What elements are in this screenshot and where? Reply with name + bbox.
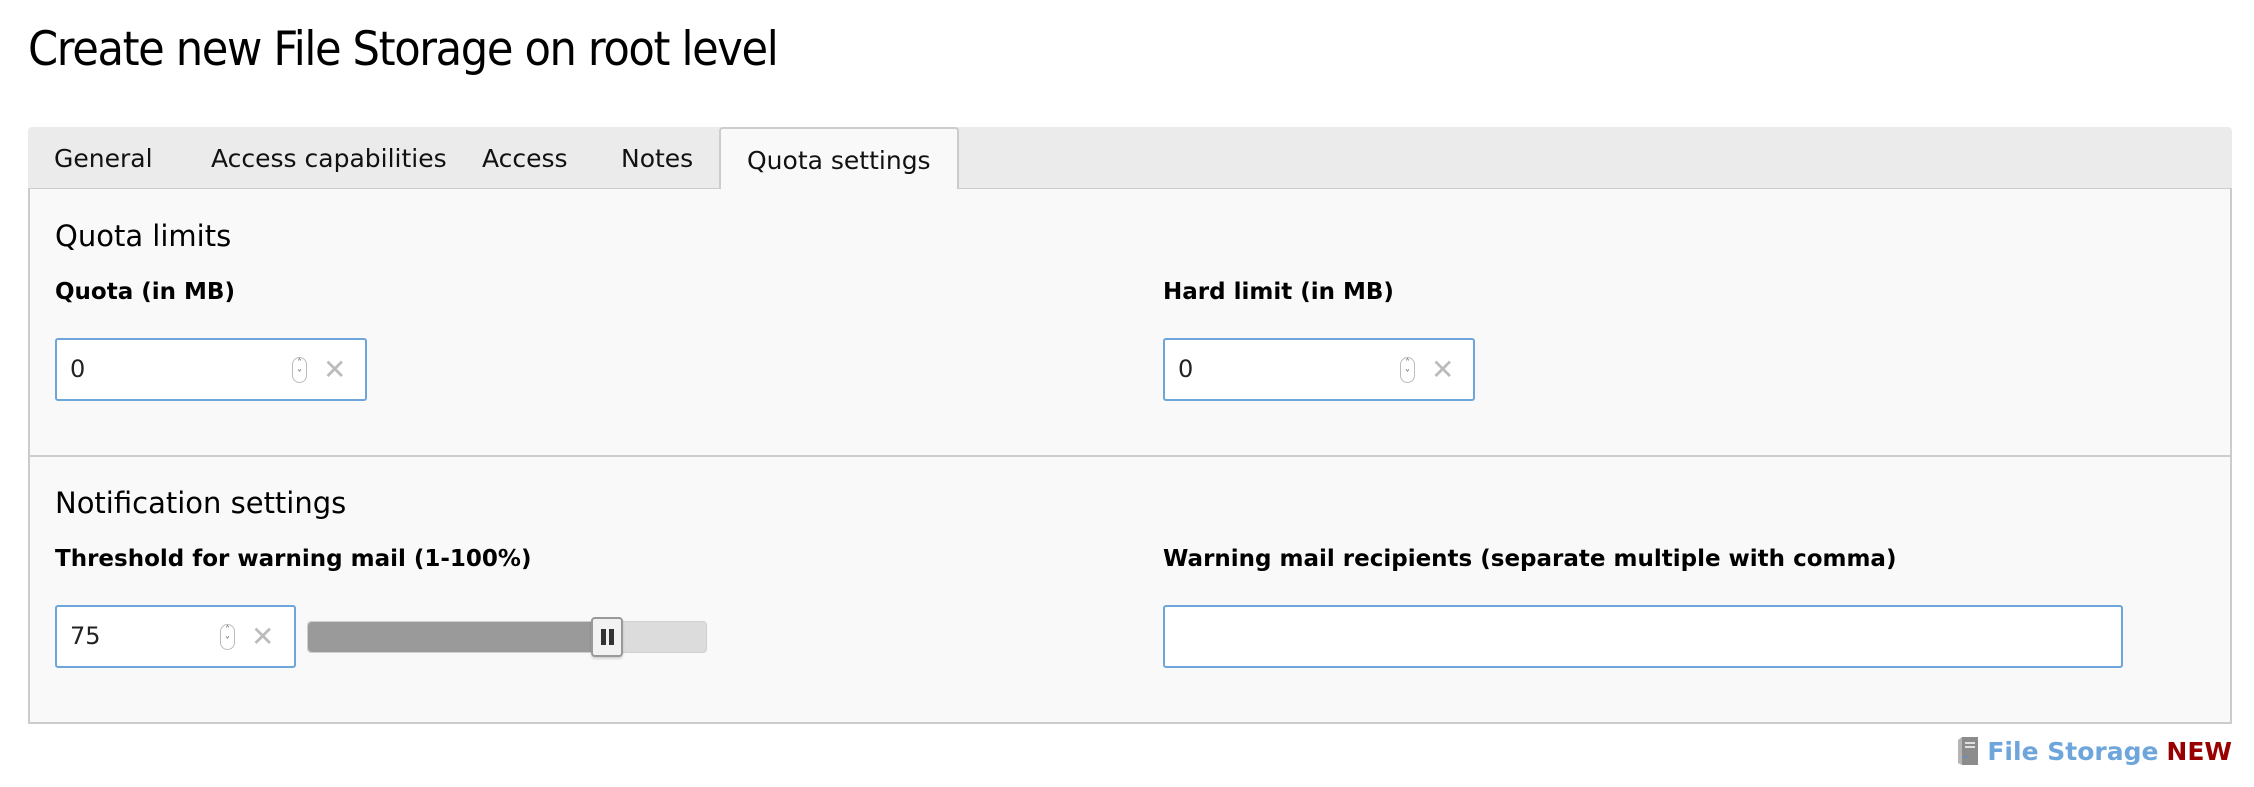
threshold-label: Threshold for warning mail (1-100%) bbox=[55, 546, 532, 572]
page-title: Create new File Storage on root level bbox=[28, 22, 779, 77]
hard-limit-value: 0 bbox=[1178, 355, 1194, 383]
hard-limit-input[interactable]: 0 ˄ ˅ ✕ bbox=[1163, 338, 1475, 401]
notification-settings-title: Notification settings bbox=[55, 486, 347, 520]
quota-input[interactable]: 0 ˄ ˅ ✕ bbox=[55, 338, 367, 401]
section-divider bbox=[30, 455, 2230, 457]
quota-limits-title: Quota limits bbox=[55, 219, 232, 253]
spinner-updown-icon[interactable]: ˄ ˅ bbox=[1400, 357, 1415, 383]
clear-x-icon[interactable]: ✕ bbox=[1431, 340, 1454, 399]
slider-handle[interactable] bbox=[591, 617, 623, 657]
tab-access[interactable]: Access bbox=[456, 127, 594, 190]
tab-bar: General Access capabilities Access Notes… bbox=[28, 127, 2232, 192]
hard-limit-label: Hard limit (in MB) bbox=[1163, 279, 1394, 305]
grip-icon bbox=[601, 629, 606, 645]
quota-settings-panel: Quota limits Quota (in MB) 0 ˄ ˅ ✕ Hard l… bbox=[28, 189, 2232, 724]
recipients-label: Warning mail recipients (separate multip… bbox=[1163, 546, 1897, 572]
record-status: NEW bbox=[2166, 736, 2232, 766]
threshold-value: 75 bbox=[70, 622, 101, 650]
clear-x-icon[interactable]: ✕ bbox=[251, 607, 274, 666]
slider-fill bbox=[308, 622, 607, 652]
server-icon bbox=[1958, 737, 1979, 765]
threshold-input[interactable]: 75 ˄ ˅ ✕ bbox=[55, 605, 296, 668]
quota-value: 0 bbox=[70, 355, 86, 383]
record-type: File Storage bbox=[1987, 736, 2159, 766]
clear-x-icon[interactable]: ✕ bbox=[323, 340, 346, 399]
spinner-updown-icon[interactable]: ˄ ˅ bbox=[292, 357, 307, 383]
spinner-updown-icon[interactable]: ˄ ˅ bbox=[220, 624, 235, 650]
tab-notes[interactable]: Notes bbox=[595, 127, 719, 190]
grip-icon bbox=[609, 629, 614, 645]
threshold-slider[interactable] bbox=[307, 617, 707, 657]
record-info: File Storage NEW bbox=[1957, 736, 2232, 766]
quota-label: Quota (in MB) bbox=[55, 279, 235, 305]
tab-quota-settings[interactable]: Quota settings bbox=[719, 127, 959, 192]
tab-access-capabilities[interactable]: Access capabilities bbox=[185, 127, 473, 190]
tab-general[interactable]: General bbox=[28, 127, 179, 190]
recipients-input[interactable] bbox=[1163, 605, 2123, 668]
